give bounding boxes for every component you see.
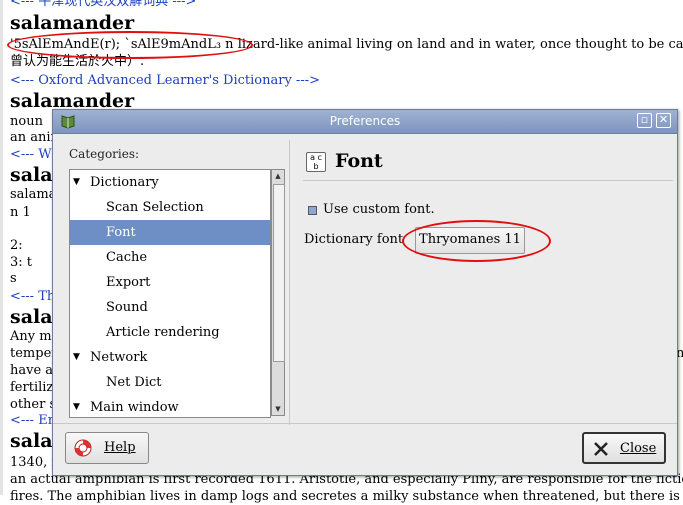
source-header[interactable]: <--- Th — [10, 289, 55, 305]
article-text: 1340, f — [10, 455, 57, 470]
expander-down-icon[interactable]: ▼ — [73, 395, 80, 417]
tree-item-article-rendering[interactable]: Article rendering — [70, 320, 270, 345]
article-text: salama — [10, 187, 57, 202]
tree-item-label: Network — [90, 350, 148, 365]
annotation-oval — [402, 220, 551, 262]
tree-item-label: Article rendering — [106, 325, 220, 340]
preferences-dialog: Preferences ▫ ✕ Categories: ▼ Dictionary… — [52, 109, 678, 476]
tree-item-label: Scan Selection — [106, 200, 204, 215]
tree-item-export[interactable]: Export — [70, 270, 270, 295]
article-text: noun — [10, 114, 43, 129]
article-text: n 1 — [10, 205, 31, 220]
article-scrollbar[interactable] — [0, 0, 3, 495]
source-header[interactable]: <--- 牛津现代英汉双解词典 ---> — [10, 0, 196, 10]
article-text: temper — [10, 346, 58, 361]
tree-item-dictionary[interactable]: ▼ Dictionary — [70, 170, 270, 195]
tree-item-label: Net Dict — [106, 375, 162, 390]
expander-down-icon[interactable]: ▼ — [73, 170, 80, 195]
use-custom-font-checkbox[interactable] — [308, 206, 317, 215]
tree-item-font[interactable]: Font — [70, 220, 270, 245]
tree-item-cache[interactable]: Cache — [70, 245, 270, 270]
article-text: fertiliz — [10, 380, 54, 395]
section-divider — [303, 180, 673, 181]
annotation-oval — [7, 31, 253, 59]
tree-item-label: Font — [106, 225, 136, 240]
tree-item-label: Cache — [106, 250, 148, 265]
close-icon[interactable]: ✕ — [656, 113, 671, 128]
source-header[interactable]: <--- En — [10, 413, 56, 429]
dialog-titlebar[interactable]: Preferences ▫ ✕ — [53, 110, 677, 134]
close-button[interactable]: Close — [582, 432, 666, 464]
scroll-up-icon[interactable]: ▲ — [272, 170, 284, 182]
dictionary-font-label: Dictionary font — [304, 232, 404, 247]
pane-divider — [289, 140, 290, 425]
tree-item-label: Main window — [90, 400, 179, 415]
help-button[interactable]: Help — [65, 432, 149, 464]
categories-tree[interactable]: ▼ Dictionary Scan Selection Font Cache E… — [69, 169, 271, 418]
tree-item-main-window[interactable]: ▼ Main window — [70, 395, 270, 417]
section-title: Font — [335, 150, 383, 172]
categories-scrollbar[interactable]: ▲ ▼ — [271, 169, 285, 416]
article-text: 2: — [10, 238, 23, 253]
tree-item-network[interactable]: ▼ Network — [70, 345, 270, 370]
article-text: fires. The amphibian lives in damp logs … — [10, 489, 683, 504]
use-custom-font-label[interactable]: Use custom font. — [323, 202, 435, 217]
tree-item-scan-selection[interactable]: Scan Selection — [70, 195, 270, 220]
tree-item-label: Dictionary — [90, 175, 159, 190]
scroll-down-icon[interactable]: ▼ — [272, 403, 284, 415]
help-button-label: Help — [104, 440, 136, 455]
tree-item-label: Sound — [106, 300, 148, 315]
scrollbar-thumb[interactable] — [273, 184, 285, 362]
font-section-icon: a cb — [306, 152, 326, 172]
article-text: s — [10, 271, 17, 286]
expander-down-icon[interactable]: ▼ — [73, 345, 80, 370]
tree-item-label: Export — [106, 275, 151, 290]
close-x-icon — [594, 442, 608, 456]
categories-label: Categories: — [69, 147, 140, 161]
article-text: other s — [10, 397, 57, 412]
close-button-label: Close — [620, 441, 657, 456]
dialog-title: Preferences — [329, 114, 401, 128]
article-text: 3: t — [10, 255, 33, 270]
tree-item-sound[interactable]: Sound — [70, 295, 270, 320]
article-text: Any m — [10, 329, 52, 344]
article-text: have a — [10, 363, 54, 378]
source-header[interactable]: <--- Oxford Advanced Learner's Dictionar… — [10, 73, 320, 89]
button-area-divider — [53, 423, 677, 424]
tree-item-net-dict[interactable]: Net Dict — [70, 370, 270, 395]
maximize-icon[interactable]: ▫ — [637, 113, 652, 128]
help-lifebuoy-icon — [74, 439, 92, 457]
source-header[interactable]: <--- W — [10, 147, 52, 163]
